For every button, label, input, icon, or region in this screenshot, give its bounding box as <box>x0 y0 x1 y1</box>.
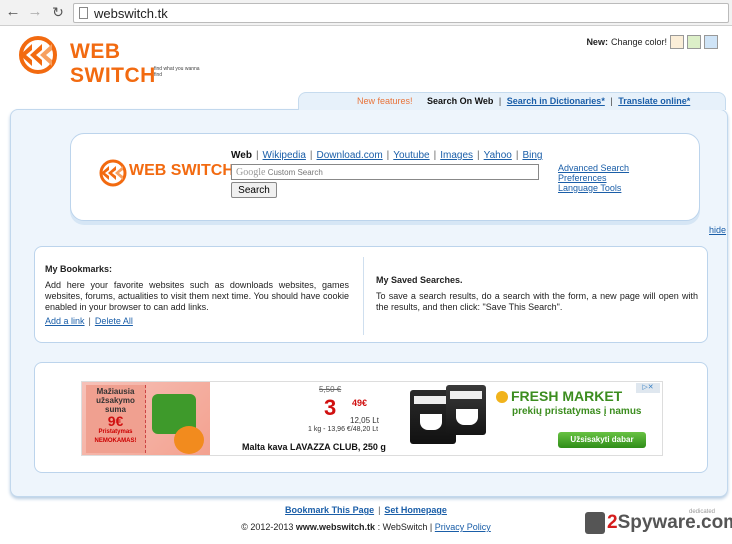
privacy-policy-link[interactable]: Privacy Policy <box>435 522 491 532</box>
address-bar[interactable]: webswitch.tk <box>73 3 729 23</box>
ad-promo: Mažiausia užsakymo suma 9€ Pristatymas N… <box>86 385 146 453</box>
color-swatch-green[interactable] <box>687 35 701 49</box>
engine-web[interactable]: Web <box>231 150 252 161</box>
ad-order-button[interactable]: Užsisakyti dabar <box>558 432 646 448</box>
reload-icon[interactable]: ↻ <box>49 3 67 21</box>
tab-separator: | <box>610 96 613 106</box>
preferences-link[interactable]: Preferences <box>558 173 629 183</box>
copyright-domain: www.webswitch.tk <box>295 522 376 532</box>
address-text[interactable]: webswitch.tk <box>94 6 168 21</box>
back-arrow-icon[interactable]: ← <box>4 3 22 21</box>
ad-unit-price: 1 kg - 13,96 €/48,20 Lt <box>308 426 379 433</box>
advanced-search-link[interactable]: Advanced Search <box>558 163 629 173</box>
engine-bing[interactable]: Bing <box>522 150 542 161</box>
watermark-mark-icon <box>585 512 605 534</box>
logo-tagline: find what you wanna find <box>154 66 200 78</box>
ad-promo-small: Pristatymas NEMOKAMAS! <box>94 429 137 444</box>
search-logo: WEB SWITCH <box>95 158 235 188</box>
coffee-can-image <box>446 385 486 435</box>
ad-product-name: Malta kava LAVAZZA CLUB, 250 g <box>242 442 386 452</box>
bookmark-page-link[interactable]: Bookmark This Page <box>285 505 374 515</box>
hide-link[interactable]: hide <box>709 225 726 235</box>
logo-arrows-icon <box>19 36 57 74</box>
set-homepage-link[interactable]: Set Homepage <box>384 505 447 515</box>
search-tabs: New features! Search On Web | Search in … <box>298 92 726 110</box>
saved-searches-title: My Saved Searches. <box>376 275 463 285</box>
copyright-prefix: © 2012-2013 <box>241 522 294 532</box>
tab-translate-online[interactable]: Translate online* <box>618 96 690 106</box>
tab-search-on-web[interactable]: Search On Web <box>427 96 493 106</box>
logo-text: WEB SWITCH <box>70 40 156 87</box>
language-tools-link[interactable]: Language Tools <box>558 183 629 193</box>
ad-fruit-image: Mažiausia užsakymo suma 9€ Pristatymas N… <box>82 382 210 455</box>
tab-search-dictionaries[interactable]: Search in Dictionaries* <box>507 96 605 106</box>
ad-new-price: 3 <box>324 395 337 420</box>
ad-promo-price: 9€ <box>107 413 124 429</box>
search-logo-arrows-icon <box>99 159 127 187</box>
watermark-text: 2Spyware.com <box>607 512 732 533</box>
engine-yahoo[interactable]: Yahoo <box>484 150 512 161</box>
color-change-label: Change color! <box>610 37 667 47</box>
add-link-button[interactable]: Add a link <box>45 316 85 326</box>
copyright-suffix: : WebSwitch | <box>377 522 433 532</box>
my-bookmarks: My Bookmarks: Add here your favorite web… <box>45 264 349 326</box>
tab-separator: | <box>498 96 502 106</box>
ad-banner[interactable]: Mažiausia užsakymo suma 9€ Pristatymas N… <box>81 381 663 456</box>
color-swatch-orange[interactable] <box>670 35 684 49</box>
watermark-logo: 2Spyware.com dedicated <box>585 509 732 539</box>
ad-brand: FRESH MARKET <box>496 388 622 404</box>
ad-old-price: 5,50 € <box>319 385 342 394</box>
search-side-links: Advanced Search Preferences Language Too… <box>558 163 629 193</box>
search-input[interactable]: Google Custom Search <box>231 164 539 180</box>
ad-tagline: prekių pristatymas į namus <box>512 406 642 417</box>
ad-brand-text: FRESH MARKET <box>511 388 623 404</box>
browser-toolbar: ← → ↻ webswitch.tk <box>0 0 732 26</box>
ad-new-price-cents: 49€ <box>352 398 368 408</box>
saved-searches-text: To save a search results, do a search wi… <box>376 291 698 312</box>
engine-links: Web | Wikipedia | Download.com | Youtube | Image… <box>231 150 543 161</box>
color-picker: New: Change color! <box>586 35 718 51</box>
ad-brand-dot-icon <box>496 391 508 404</box>
search-box: WEB SWITCH Web | Wikipedia | Download.com | Yo… <box>70 133 700 221</box>
engine-wikipedia[interactable]: Wikipedia <box>263 150 306 161</box>
engine-download[interactable]: Download.com <box>317 150 383 161</box>
ad-price-lt: 12,05 Lt <box>350 416 379 425</box>
bookmarks-panel: My Bookmarks: Add here your favorite web… <box>34 246 708 343</box>
bookmarks-text: Add here your favorite websites such as … <box>45 280 349 312</box>
new-features-label[interactable]: New features! <box>357 96 413 106</box>
ad-panel: Mažiausia užsakymo suma 9€ Pristatymas N… <box>34 362 708 473</box>
google-mark: Google <box>236 167 266 178</box>
panel-divider <box>363 257 364 335</box>
watermark-sub: dedicated <box>689 509 716 515</box>
search-logo-text: WEB SWITCH <box>129 162 234 179</box>
my-saved-searches: My Saved Searches. To save a search resu… <box>376 275 698 313</box>
engine-youtube[interactable]: Youtube <box>393 150 429 161</box>
site-logo[interactable]: WEB SWITCH find what you wanna find <box>8 35 208 87</box>
ad-choices-icon[interactable]: ▷✕ <box>636 383 660 393</box>
color-swatch-blue[interactable] <box>704 35 718 49</box>
delete-all-button[interactable]: Delete All <box>95 316 133 326</box>
forward-arrow-icon[interactable]: → <box>26 3 44 21</box>
engine-images[interactable]: Images <box>440 150 473 161</box>
search-placeholder: Custom Search <box>267 168 323 177</box>
bookmarks-title: My Bookmarks: <box>45 264 113 274</box>
search-button[interactable]: Search <box>231 182 277 198</box>
ad-promo-title: Mažiausia užsakymo suma <box>96 387 135 414</box>
color-new-label: New: <box>586 37 608 47</box>
ad-price-block: 5,50 € 3 49€ 12,05 Lt 1 kg - 13,96 €/48,… <box>308 385 394 437</box>
page-icon <box>79 7 88 19</box>
